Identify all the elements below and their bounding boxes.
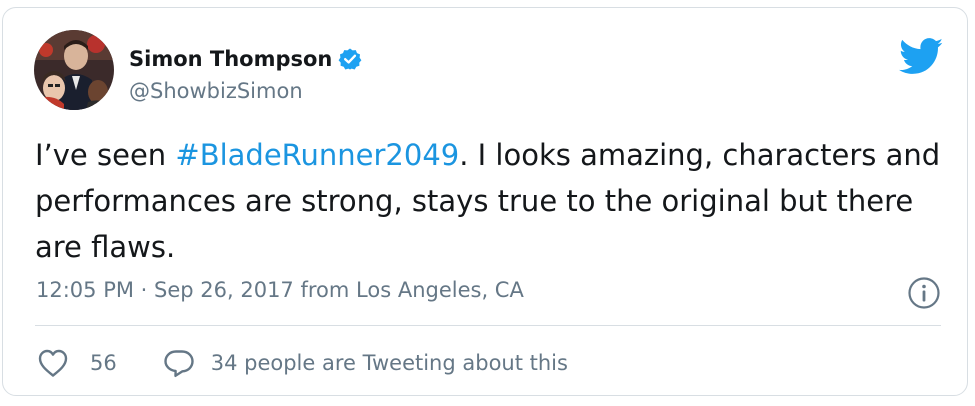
avatar[interactable]: [34, 30, 114, 110]
meta-from-label: from: [293, 278, 357, 302]
author-name-row[interactable]: Simon Thompson: [129, 44, 362, 74]
tweet-meta: 12:05 PM · Sep 26, 2017 from Los Angeles…: [36, 278, 524, 302]
tweet-text: I’ve seen #BladeRunner2049. I looks amaz…: [35, 132, 950, 270]
heart-icon: [38, 349, 68, 377]
twitter-bird-icon[interactable]: [898, 38, 944, 75]
speech-bubble-icon: [164, 350, 194, 377]
conversation-button[interactable]: 34 people are Tweeting about this: [163, 348, 568, 378]
divider: [35, 325, 941, 326]
tweet-card: Simon Thompson @ShowbizSimon I’ve seen #…: [2, 7, 968, 396]
profile-photo: [34, 30, 114, 110]
verified-badge-icon: [338, 47, 362, 71]
hashtag-link[interactable]: #BladeRunner2049: [175, 138, 459, 172]
tweet-actions: 56 34 people are Tweeting about this: [37, 346, 568, 380]
tweet-date[interactable]: Sep 26, 2017: [154, 278, 294, 302]
conversation-text: 34 people are Tweeting about this: [210, 351, 568, 375]
meta-separator: ·: [133, 278, 155, 302]
tweet-location[interactable]: Los Angeles, CA: [356, 278, 524, 302]
author-handle[interactable]: @ShowbizSimon: [129, 79, 303, 103]
tweet-time[interactable]: 12:05 PM: [36, 278, 134, 302]
info-icon[interactable]: [907, 276, 941, 310]
author-display-name[interactable]: Simon Thompson: [129, 47, 332, 71]
like-count: 56: [90, 351, 117, 375]
like-button[interactable]: 56: [37, 348, 117, 378]
tweet-text-before: I’ve seen: [35, 138, 176, 172]
